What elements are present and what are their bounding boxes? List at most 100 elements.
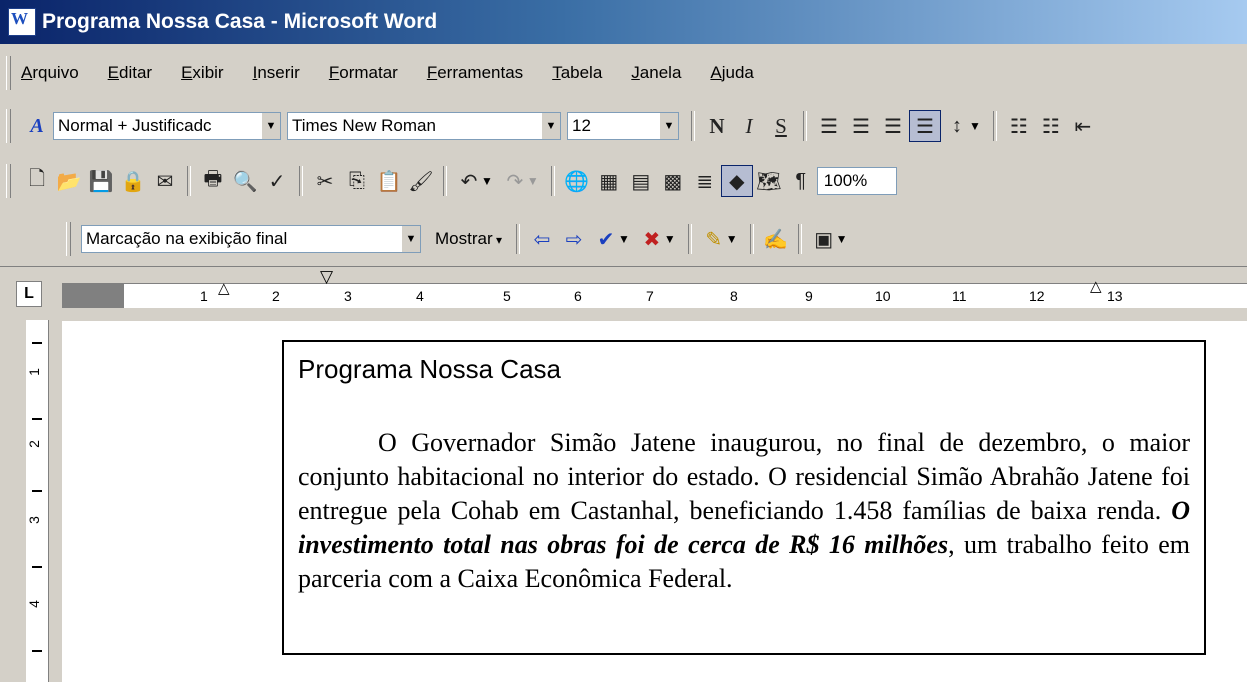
chevron-down-icon[interactable]: ▼: [664, 232, 676, 246]
menu-formatar[interactable]: Formatar: [329, 63, 398, 83]
copy-icon[interactable]: ⎘: [341, 165, 373, 197]
chevron-down-icon[interactable]: ▼: [261, 113, 280, 139]
hanging-indent-marker[interactable]: △: [218, 279, 230, 297]
menu-ajuda[interactable]: Ajuda: [710, 63, 753, 83]
ruler-label: 11: [952, 288, 967, 304]
first-line-indent-marker[interactable]: ▽: [320, 267, 333, 287]
print-icon[interactable]: 🖶: [197, 165, 229, 197]
chevron-down-icon[interactable]: ▼: [836, 232, 848, 246]
tables-borders-icon[interactable]: ▦: [593, 165, 625, 197]
menu-inserir[interactable]: Inserir: [253, 63, 300, 83]
font-size-value: 12: [572, 116, 591, 135]
zoom-select[interactable]: 100%: [816, 167, 897, 195]
menu-grip[interactable]: [6, 56, 11, 90]
left-margin-marker: [62, 284, 124, 308]
previous-change-icon[interactable]: ⇦: [526, 223, 558, 255]
ruler-mark: [32, 418, 42, 420]
ruler-label: 5: [503, 288, 511, 304]
insert-excel-icon[interactable]: ▩: [657, 165, 689, 197]
menu-exibir[interactable]: Exibir: [181, 63, 224, 83]
toolbar-grip[interactable]: [6, 164, 11, 198]
next-change-icon[interactable]: ⇨: [558, 223, 590, 255]
menu-arquivo[interactable]: Arquivo: [21, 63, 79, 83]
font-size-select[interactable]: 12 ▼: [567, 112, 679, 140]
show-hide-icon[interactable]: ¶: [785, 165, 817, 197]
ruler-mark: [32, 650, 42, 652]
align-left-icon[interactable]: ☰: [813, 110, 845, 142]
style-select[interactable]: Normal + Justificadc ▼: [53, 112, 281, 140]
chevron-down-icon[interactable]: ▼: [726, 232, 738, 246]
ruler-mark: [32, 342, 42, 344]
toolbar-separator: [749, 224, 754, 254]
vertical-ruler[interactable]: 1 2 3 4: [12, 320, 62, 682]
menu-editar[interactable]: Editar: [108, 63, 152, 83]
email-icon[interactable]: ✉: [149, 165, 181, 197]
show-button[interactable]: Mostrar: [435, 229, 502, 249]
document-text-box[interactable]: Programa Nossa Casa O Governador Simão J…: [282, 340, 1206, 655]
numbered-list-icon[interactable]: ☷: [1003, 110, 1035, 142]
paragraph-text: O Governador Simão Jatene inaugurou, no …: [298, 428, 1190, 525]
paste-icon[interactable]: 📋: [373, 165, 405, 197]
ruler-label: 6: [574, 288, 582, 304]
word-app-icon[interactable]: [8, 8, 36, 36]
toolbar-separator: [550, 166, 555, 196]
italic-button[interactable]: I: [733, 110, 765, 142]
ruler-label: 8: [730, 288, 738, 304]
hyperlink-icon[interactable]: 🌐: [561, 165, 593, 197]
chevron-down-icon[interactable]: ▼: [401, 226, 420, 252]
toolbar-separator: [187, 166, 191, 196]
track-changes-icon[interactable]: ✍: [760, 223, 792, 255]
align-right-icon[interactable]: ☰: [877, 110, 909, 142]
align-center-icon[interactable]: ☰: [845, 110, 877, 142]
menu-tabela[interactable]: Tabela: [552, 63, 602, 83]
cut-icon[interactable]: ✂: [309, 165, 341, 197]
formatting-toolbar: A Normal + Justificadc ▼ Times New Roman…: [0, 102, 1247, 150]
right-indent-marker[interactable]: △: [1090, 277, 1102, 295]
toolbar-separator: [443, 166, 447, 196]
bulleted-list-icon[interactable]: ☷: [1035, 110, 1067, 142]
permission-icon[interactable]: 🔒: [117, 165, 149, 197]
format-painter-icon[interactable]: 🖌: [405, 165, 437, 197]
ruler-label: 4: [25, 600, 42, 608]
chevron-down-icon[interactable]: ▼: [541, 113, 560, 139]
styles-pane-icon[interactable]: A: [21, 110, 53, 142]
horizontal-ruler[interactable]: 1 2 3 4 5 6 7 8 9 10 11 12 13: [62, 283, 1247, 308]
open-folder-icon[interactable]: 📂: [53, 165, 85, 197]
standard-toolbar: 🗋 📂 💾 🔒 ✉ 🖶 🔍 ✓ ✂ ⎘ 📋 🖌 ↶ ▼ ↷ ▼ 🌐 ▦ ▤ ▩ …: [0, 150, 1247, 212]
chevron-down-icon[interactable]: ▼: [659, 113, 678, 139]
markup-view-select[interactable]: Marcação na exibição final ▼: [81, 225, 421, 253]
decrease-indent-icon[interactable]: ⇤: [1067, 110, 1099, 142]
underline-button[interactable]: S: [765, 110, 797, 142]
chevron-down-icon[interactable]: ▼: [481, 174, 493, 188]
chevron-down-icon[interactable]: ▼: [527, 174, 539, 188]
chevron-down-icon[interactable]: ▼: [618, 232, 630, 246]
spelling-icon[interactable]: ✓: [261, 165, 293, 197]
toolbar-grip[interactable]: [6, 109, 11, 143]
tab-selector[interactable]: L: [16, 281, 42, 307]
bold-button[interactable]: N: [701, 110, 733, 142]
ruler-label: 2: [25, 440, 42, 448]
new-document-icon[interactable]: 🗋: [21, 165, 53, 197]
font-select[interactable]: Times New Roman ▼: [287, 112, 561, 140]
toolbar-grip[interactable]: [66, 222, 71, 256]
drawing-icon[interactable]: ◆: [720, 165, 753, 197]
toolbar-separator: [687, 224, 692, 254]
markup-view-value: Marcação na exibição final: [86, 229, 288, 248]
insert-table-icon[interactable]: ▤: [625, 165, 657, 197]
ruler-mark: [32, 490, 42, 492]
document-paragraph[interactable]: O Governador Simão Jatene inaugurou, no …: [298, 426, 1190, 596]
document-map-icon[interactable]: 🗺: [753, 165, 785, 197]
ruler-label: 3: [25, 516, 42, 524]
toolbar-separator: [797, 224, 802, 254]
ruler-label: 1: [25, 368, 42, 376]
ruler-label: 1: [200, 288, 208, 304]
save-icon[interactable]: 💾: [85, 165, 117, 197]
columns-icon[interactable]: ≣: [689, 165, 721, 197]
justify-icon[interactable]: ☰: [909, 110, 941, 142]
chevron-down-icon[interactable]: ▼: [969, 119, 981, 133]
ruler-label: 7: [646, 288, 654, 304]
menu-ferramentas[interactable]: Ferramentas: [427, 63, 523, 83]
title-bar: Programa Nossa Casa - Microsoft Word: [0, 0, 1247, 44]
print-preview-icon[interactable]: 🔍: [229, 165, 261, 197]
menu-janela[interactable]: Janela: [631, 63, 681, 83]
